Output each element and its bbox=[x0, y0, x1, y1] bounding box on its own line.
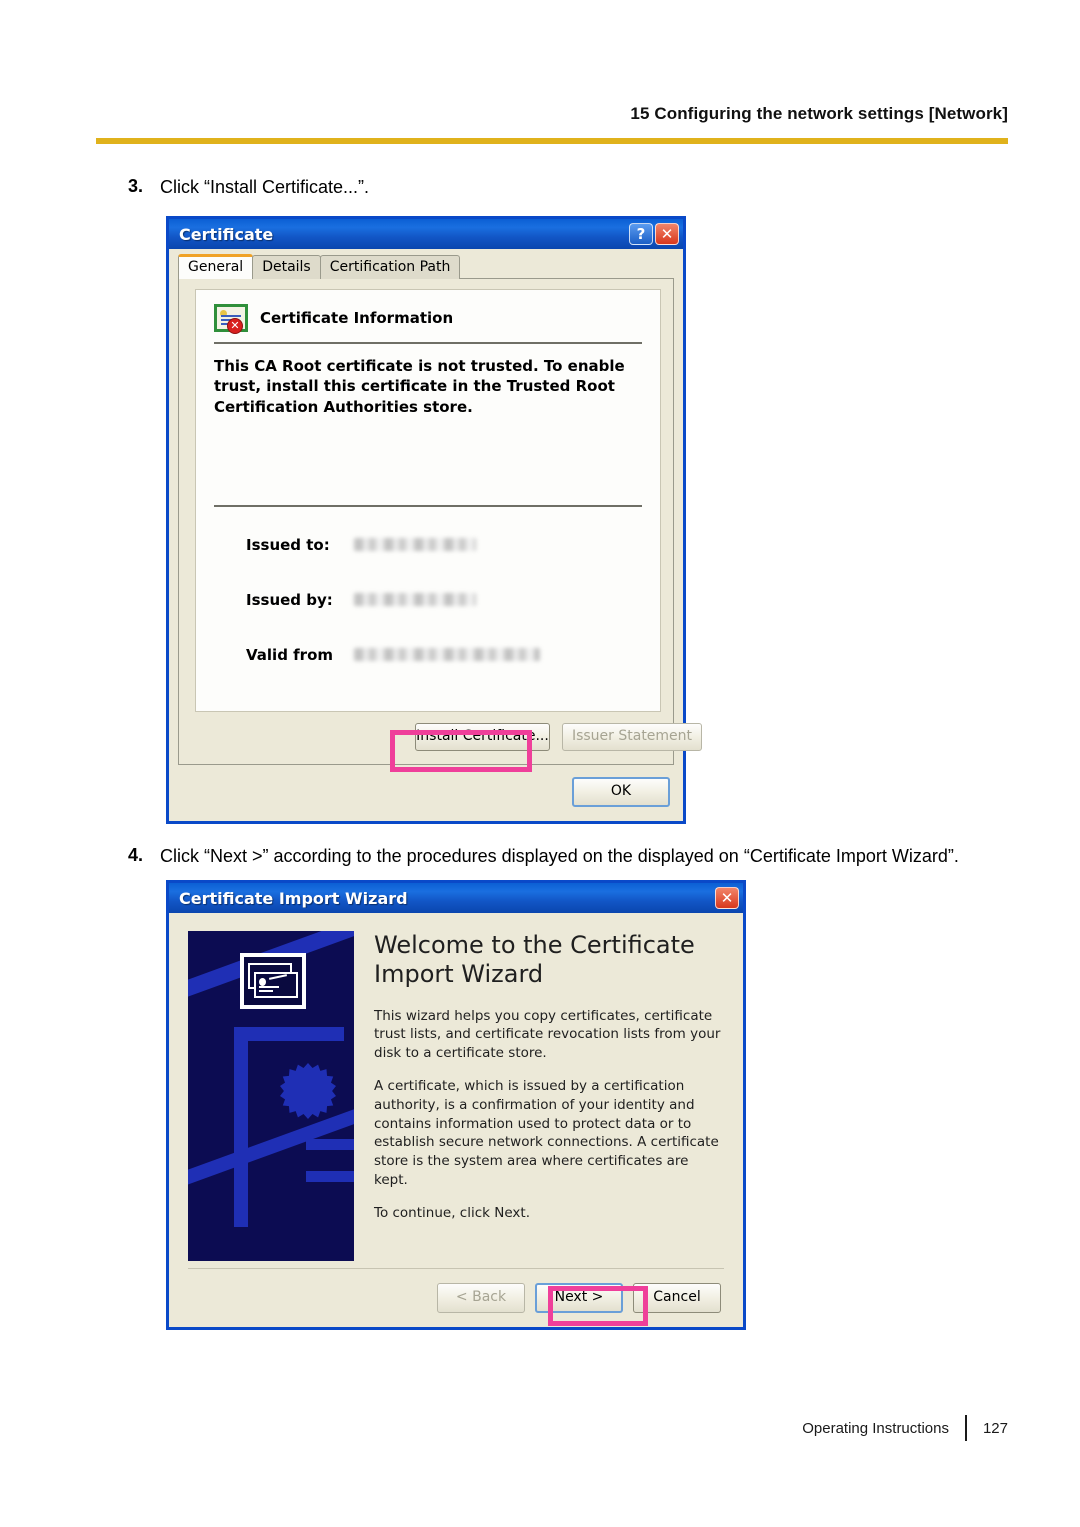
tab-details[interactable]: Details bbox=[252, 254, 321, 279]
wizard-content: Welcome to the Certificate Import Wizard… bbox=[374, 931, 721, 1238]
certificate-import-wizard-dialog: Certificate Import Wizard ✕ Welcome to t… bbox=[166, 880, 746, 1330]
certificate-footer: OK bbox=[178, 773, 674, 813]
wizard-body: Welcome to the Certificate Import Wizard… bbox=[169, 913, 743, 1327]
wizard-heading: Welcome to the Certificate Import Wizard bbox=[374, 931, 695, 988]
wizard-paragraph-1: This wizard helps you copy certificates,… bbox=[374, 1007, 721, 1061]
wizard-paragraph-3: To continue, click Next. bbox=[374, 1205, 530, 1222]
help-icon[interactable]: ? bbox=[629, 223, 653, 245]
footer-divider bbox=[964, 1415, 967, 1441]
wizard-paragraph-2: A certificate, which is issued by a cert… bbox=[374, 1078, 719, 1188]
step-3: 3. Click “Install Certificate...”. bbox=[128, 176, 369, 199]
header-rule bbox=[96, 138, 1008, 144]
close-icon[interactable]: ✕ bbox=[655, 223, 679, 245]
page-title: 15 Configuring the network settings [Net… bbox=[630, 104, 1008, 123]
wizard-separator bbox=[188, 1268, 724, 1269]
page-footer: Operating Instructions 127 bbox=[802, 1415, 1008, 1441]
ok-button[interactable]: OK bbox=[572, 777, 670, 807]
certificate-banner-icon bbox=[240, 953, 306, 1009]
close-icon[interactable]: ✕ bbox=[715, 887, 739, 909]
certificate-warning-text: This CA Root certificate is not trusted.… bbox=[214, 357, 625, 416]
error-badge-icon: ✕ bbox=[227, 318, 243, 334]
wizard-title: Certificate Import Wizard bbox=[179, 888, 408, 908]
certificate-dialog-title: Certificate bbox=[179, 224, 274, 244]
divider-top bbox=[214, 342, 642, 344]
field-issued-by-label: Issued by: bbox=[246, 590, 333, 609]
footer-label: Operating Instructions bbox=[802, 1419, 949, 1437]
field-issued-by-value bbox=[354, 593, 476, 606]
wizard-titlebar[interactable]: Certificate Import Wizard ✕ bbox=[169, 883, 743, 913]
page-header: 15 Configuring the network settings [Net… bbox=[96, 104, 1008, 148]
field-valid-from-label: Valid from bbox=[246, 645, 334, 664]
wizard-banner-image bbox=[188, 931, 354, 1261]
step-4: 4. Click “Next >” according to the proce… bbox=[128, 845, 959, 868]
tab-certification-path[interactable]: Certification Path bbox=[319, 254, 461, 279]
install-certificate-button[interactable]: Install Certificate... bbox=[415, 723, 550, 751]
wizard-button-bar: < Back Next > Cancel bbox=[437, 1283, 721, 1313]
step-4-number: 4. bbox=[128, 845, 144, 865]
step-4-text: Click “Next >” according to the procedur… bbox=[160, 846, 959, 866]
issuer-statement-button: Issuer Statement bbox=[562, 723, 702, 751]
certificate-dialog-titlebar[interactable]: Certificate ? ✕ bbox=[169, 219, 683, 249]
certificate-info-panel: ✕ Certificate Information This CA Root c… bbox=[195, 289, 661, 712]
certificate-tabstrip: General Details Certification Path bbox=[178, 253, 461, 279]
field-issued-by: Issued by: bbox=[214, 572, 642, 627]
certificate-info-header: ✕ Certificate Information bbox=[196, 290, 660, 334]
certificate-dialog: Certificate ? ✕ General Details Certific… bbox=[166, 216, 702, 824]
certificate-info-heading: Certificate Information bbox=[260, 309, 454, 327]
certificate-tab-page: ✕ Certificate Information This CA Root c… bbox=[178, 278, 702, 765]
field-valid-from-value bbox=[354, 648, 540, 661]
certificate-action-bar: Install Certificate... Issuer Statement bbox=[197, 716, 702, 756]
field-issued-to-label: Issued to: bbox=[246, 535, 330, 554]
divider-bottom bbox=[214, 505, 642, 507]
field-valid-from: Valid from bbox=[214, 627, 642, 682]
step-3-text: Click “Install Certificate...”. bbox=[160, 177, 370, 197]
cancel-button[interactable]: Cancel bbox=[633, 1283, 721, 1313]
back-button: < Back bbox=[437, 1283, 525, 1313]
step-3-number: 3. bbox=[128, 176, 144, 196]
next-button[interactable]: Next > bbox=[535, 1283, 623, 1313]
field-issued-to: Issued to: bbox=[214, 517, 642, 572]
certificate-invalid-icon: ✕ bbox=[214, 304, 248, 334]
footer-page-number: 127 bbox=[982, 1419, 1008, 1437]
certificate-fields: Issued to: Issued by: Valid from bbox=[214, 517, 642, 682]
field-issued-to-value bbox=[354, 538, 476, 551]
tab-general[interactable]: General bbox=[178, 253, 254, 279]
